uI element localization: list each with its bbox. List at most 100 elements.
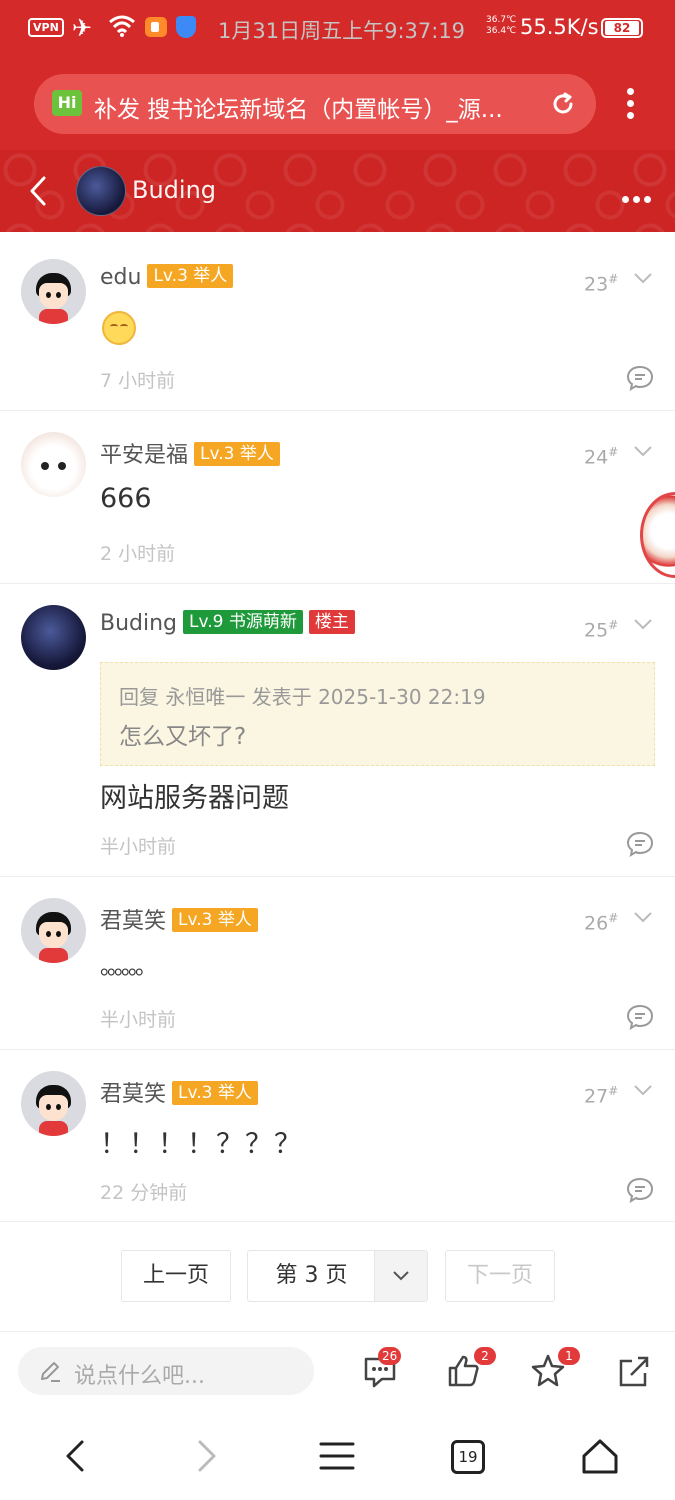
quote-header: 回复 永恒唯一 发表于 2025-1-30 22:19 (119, 685, 486, 709)
status-datetime: 1月31日周五上午9:37:19 (218, 19, 466, 43)
floor-number: 26# (584, 911, 618, 934)
avatar[interactable] (21, 898, 86, 963)
avatar[interactable] (21, 259, 86, 324)
comment-text: 网站服务器问题 (100, 783, 289, 814)
floor-value: 23 (584, 273, 609, 296)
comments-count-badge: 26 (378, 1347, 402, 1365)
post-time: 2 小时前 (100, 543, 176, 565)
page-dropdown-button[interactable] (374, 1250, 428, 1302)
floor-mark: # (608, 272, 619, 286)
temperature-1: 36.7℃ (486, 15, 517, 25)
back-icon[interactable] (56, 1436, 96, 1476)
floor-number: 24# (584, 445, 618, 468)
menu-icon[interactable] (317, 1436, 357, 1476)
level-badge: Lv.3 举人 (194, 442, 280, 466)
chevron-down-icon[interactable] (633, 445, 653, 457)
prev-page-button[interactable]: 上一页 (121, 1250, 231, 1302)
comment-input[interactable]: 说点什么吧... (18, 1347, 314, 1395)
quote-text: 怎么又坏了? (119, 724, 247, 750)
tabs-count-button[interactable]: 19 (451, 1440, 485, 1474)
address-bar[interactable]: Hi 补发 搜书论坛新域名（内置帐号）_源... (34, 74, 596, 134)
reply-icon[interactable] (626, 831, 654, 857)
comment-header: 君莫笑 Lv.3 举人 (100, 903, 258, 935)
level-badge: Lv.3 举人 (147, 264, 234, 288)
post-time: 半小时前 (100, 836, 177, 858)
floor-value: 25 (584, 619, 609, 642)
level-badge: Lv.9 书源萌新 (183, 610, 303, 634)
floor-number: 23# (584, 272, 618, 295)
reload-icon[interactable] (550, 91, 576, 117)
screen-record-icon (145, 17, 167, 37)
quoted-reply[interactable]: 回复 永恒唯一 发表于 2025-1-30 22:19 怎么又坏了? (100, 662, 655, 766)
comment-header: 君莫笑 Lv.3 举人 (100, 1076, 258, 1108)
reply-icon[interactable] (626, 1004, 654, 1030)
reply-icon[interactable] (626, 365, 654, 391)
floor-mark: # (608, 1084, 619, 1098)
comment-header: 平安是福 Lv.3 举人 (100, 437, 280, 469)
host-badge: 楼主 (308, 610, 355, 634)
browser-menu-icon[interactable] (620, 88, 640, 124)
chevron-down-icon[interactable] (633, 911, 653, 923)
username[interactable]: edu (100, 265, 141, 290)
browser-nav-bar (0, 1414, 675, 1500)
chevron-down-icon (393, 1271, 409, 1281)
post-time: 22 分钟前 (100, 1182, 188, 1204)
reply-icon[interactable] (626, 1177, 654, 1203)
battery-icon: 82 (601, 18, 643, 38)
post-time: 半小时前 (100, 1009, 177, 1031)
author-name[interactable]: Buding (132, 176, 216, 204)
post-time: 7 小时前 (100, 370, 176, 392)
back-arrow-icon[interactable] (26, 174, 50, 208)
more-options-icon[interactable] (622, 188, 655, 207)
username[interactable]: 君莫笑 (100, 909, 166, 934)
favorites-count-badge: 1 (558, 1347, 580, 1365)
battery-level: 82 (605, 21, 639, 35)
smiling-face-emoji (102, 311, 136, 345)
pencil-icon (41, 1362, 60, 1382)
comment-item: 君莫笑 Lv.3 举人 27# ！！！！？？？ 22 分钟前 (0, 1050, 675, 1222)
floor-mark: # (608, 911, 619, 925)
floor-number: 25# (584, 618, 618, 641)
comment-placeholder: 说点什么吧... (74, 1364, 205, 1389)
comment-text: ！！！！？？？ (100, 1129, 303, 1160)
current-page-select[interactable]: 第 3 页 (247, 1250, 375, 1302)
username[interactable]: 平安是福 (100, 443, 188, 468)
level-badge: Lv.3 举人 (172, 1081, 258, 1105)
page-title[interactable]: 补发 搜书论坛新域名（内置帐号）_源... (94, 90, 542, 124)
temperature-readout: 36.7℃ 36.4℃ (486, 15, 516, 37)
comment-item: Buding Lv.9 书源萌新 楼主 25# 回复 永恒唯一 发表于 2025-1… (0, 584, 675, 877)
site-badge-icon: Hi (52, 90, 82, 116)
pagination: 上一页 第 3 页 下一页 (0, 1222, 675, 1332)
avatar[interactable] (21, 432, 86, 497)
floor-value: 27 (584, 1085, 609, 1108)
level-badge: Lv.3 举人 (172, 908, 258, 932)
thread-header: Buding (0, 150, 675, 232)
chevron-down-icon[interactable] (633, 1084, 653, 1096)
status-bar: VPN ✈ 1月31日周五上午9:37:19 36.7℃ 36.4℃ 55.5K… (0, 0, 675, 58)
comment-item: 平安是福 Lv.3 举人 24# 666 2 小时前 (0, 411, 675, 584)
forward-icon[interactable] (186, 1436, 226, 1476)
avatar[interactable] (21, 1071, 86, 1136)
vpn-indicator: VPN (28, 18, 64, 37)
next-page-button[interactable]: 下一页 (445, 1250, 555, 1302)
author-avatar[interactable] (76, 166, 126, 216)
username[interactable]: 君莫笑 (100, 1082, 166, 1107)
temperature-2: 36.4℃ (486, 26, 517, 36)
airplane-mode-icon: ✈ (72, 14, 93, 42)
share-icon[interactable] (616, 1353, 652, 1389)
comment-header: Buding Lv.9 书源萌新 楼主 (100, 610, 355, 636)
network-speed: 55.5K/s (520, 15, 599, 39)
avatar[interactable] (21, 605, 86, 670)
home-icon[interactable] (580, 1436, 620, 1476)
comment-toolbar: 说点什么吧... 26 2 1 (0, 1333, 675, 1413)
security-shield-icon (176, 16, 196, 38)
floor-value: 24 (584, 446, 609, 469)
comment-header: edu Lv.3 举人 (100, 264, 234, 290)
floor-mark: # (608, 445, 619, 459)
comment-text: 666 (100, 483, 152, 514)
chevron-down-icon[interactable] (633, 272, 653, 284)
chevron-down-icon[interactable] (633, 618, 653, 630)
floor-number: 27# (584, 1084, 618, 1107)
wifi-icon (109, 15, 135, 37)
username[interactable]: Buding (100, 611, 177, 636)
